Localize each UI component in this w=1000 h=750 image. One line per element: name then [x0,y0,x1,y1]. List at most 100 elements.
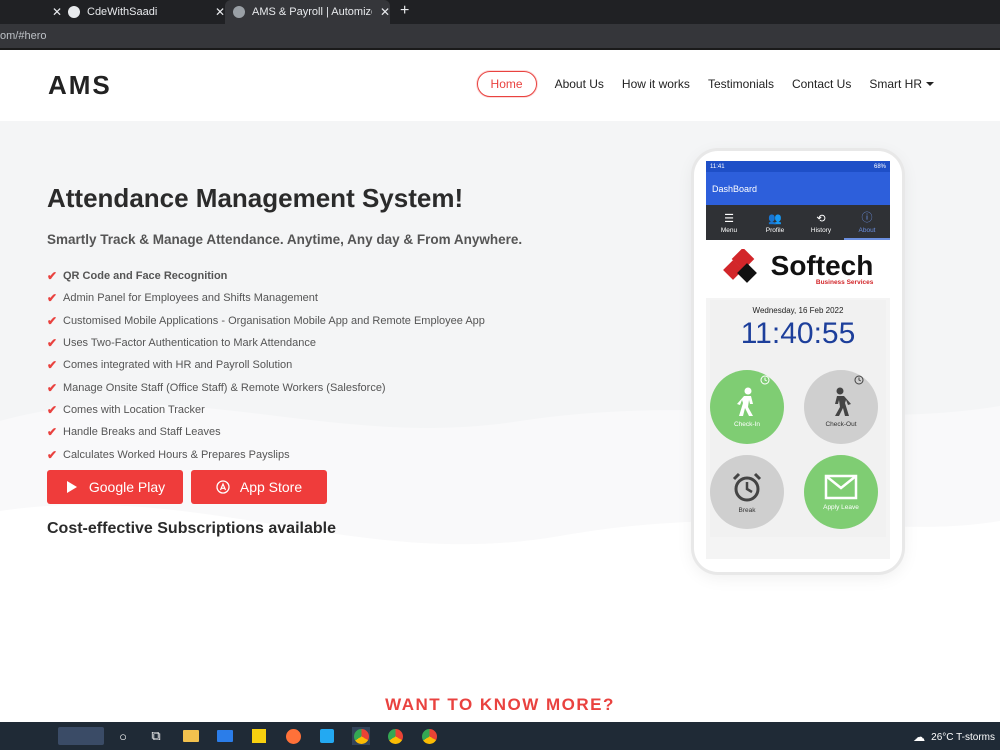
alarm-clock-icon [732,472,762,501]
status-time: 11:41 [710,163,725,170]
check-in-label: Check-In [733,420,760,428]
check-out-button[interactable]: Check-Out [804,370,878,444]
hero-subtitle: Smartly Track & Manage Attendance. Anyti… [47,232,523,247]
status-bar: 11:41 68% [706,161,890,172]
taskbar: ○ ⧉ ☁ 26°C T-storms [0,722,1000,750]
caret-down-icon [926,82,934,86]
check-icon: ✔ [47,358,58,373]
sticky-notes-icon[interactable] [250,727,268,745]
check-icon: ✔ [47,336,58,351]
taskbar-widget-icon[interactable] [58,727,104,745]
weather-text: 26°C T-storms [931,731,995,743]
brand-name: Softech [770,249,874,281]
mail-app-icon[interactable] [216,727,234,745]
ams-logo[interactable]: AMS [48,70,112,101]
list-item: ✔ Calculates Worked Hours & Prepares Pays… [47,443,485,465]
list-item: ✔ Comes with Location Tracker [47,399,485,421]
feature-text: QR Code and Face Recognition [63,270,228,283]
app-bar-title: DashBoard [712,183,758,194]
list-item: ✔ Comes integrated with HR and Payroll So… [47,354,485,376]
new-tab-button[interactable]: + [400,2,409,20]
nav-contact-us[interactable]: Contact Us [792,77,851,91]
feature-text: Admin Panel for Employees and Shifts Man… [63,292,318,305]
firefox-icon[interactable] [284,727,302,745]
browser-tab-bar: ✕ CdeWithSaadi ✕ AMS & Payroll | Automiz… [0,0,1000,24]
clock-icon [760,375,770,385]
tab-label: Profile [765,226,785,234]
nav-how-it-works[interactable]: How it works [622,77,690,91]
info-icon: ⓘ [861,212,873,224]
hero-section: Attendance Management System! Smartly Tr… [0,121,1000,721]
check-icon: ✔ [47,402,58,417]
site-header: AMS Home About Us How it works Testimoni… [0,50,1000,121]
tab-menu[interactable]: ☰ Menu [706,205,752,240]
apply-leave-button[interactable]: Apply Leave [804,455,878,529]
current-date: Wednesday, 16 Feb 2022 [752,306,844,315]
tab-about[interactable]: ⓘ About [844,205,890,240]
google-play-button[interactable]: Google Play [47,470,183,504]
file-explorer-icon[interactable] [182,727,200,745]
clock-card: Wednesday, 16 Feb 2022 11:40:55 Check-In… [710,300,886,537]
nav-home[interactable]: Home [476,71,537,97]
phone-mockup: 11:41 68% DashBoard ☰ Menu 👥 Profile ⟲ Hist… [694,151,902,572]
tab-title: AMS & Payroll | Automized atten [252,6,372,18]
hero-title: Attendance Management System! [47,183,464,213]
google-play-label: Google Play [88,479,166,495]
check-in-button[interactable]: Check-In [710,370,784,444]
vscode-icon[interactable] [318,727,336,745]
nav-testimonials[interactable]: Testimonials [708,77,774,91]
store-buttons: Google Play App Store [47,470,335,504]
break-label: Break [738,506,756,514]
storm-cloud-icon: ☁ [913,730,926,744]
address-bar[interactable]: om/#hero [0,24,1000,50]
check-out-label: Check-Out [825,420,857,428]
search-circle-icon[interactable]: ○ [114,727,132,745]
main-nav: Home About Us How it works Testimonials … [476,71,934,97]
nav-about-us[interactable]: About Us [555,77,604,91]
task-view-icon[interactable]: ⧉ [147,727,165,745]
break-button[interactable]: Break [710,455,784,529]
tab-label: About [858,227,876,234]
nav-smart-hr-label: Smart HR [869,77,922,91]
app-store-button[interactable]: App Store [191,470,327,504]
feature-text: Comes integrated with HR and Payroll Sol… [63,359,293,372]
tab-history[interactable]: ⟲ History [798,205,844,240]
github-icon [68,6,80,18]
feature-text: Handle Breaks and Staff Leaves [63,426,221,439]
softech-logo: Softech Business Services [706,240,890,298]
mail-icon [824,474,858,499]
chrome-icon[interactable] [352,727,370,745]
cost-heading: Cost-effective Subscriptions available [47,520,336,537]
check-icon: ✔ [47,447,58,462]
feature-text: Calculates Worked Hours & Prepares Paysl… [63,448,290,461]
feature-text: Manage Onsite Staff (Office Staff) & Rem… [63,381,386,394]
tab-label: History [810,226,832,234]
nav-smart-hr[interactable]: Smart HR [869,77,934,91]
check-icon: ✔ [47,380,58,395]
close-icon[interactable]: ✕ [215,5,225,19]
close-icon[interactable]: ✕ [380,5,390,19]
app-bar: DashBoard [706,172,890,205]
list-item: ✔ Customised Mobile Applications - Organi… [47,310,485,332]
clock-icon [854,375,864,385]
tab-profile[interactable]: 👥 Profile [752,205,798,240]
browser-tab-ams[interactable]: AMS & Payroll | Automized atten ✕ [225,0,390,24]
phone-screen: 11:41 68% DashBoard ☰ Menu 👥 Profile ⟲ Hist… [706,161,890,559]
check-icon: ✔ [47,425,58,440]
battery-text: 68% [873,163,886,170]
chrome-icon[interactable] [386,727,404,745]
url-text[interactable]: om/#hero [0,30,46,42]
want-to-know-more-heading: WANT TO KNOW MORE? [385,695,615,714]
feature-text: Uses Two-Factor Authentication to Mark A… [63,337,316,350]
check-icon: ✔ [47,313,58,328]
menu-icon: ☰ [724,212,734,225]
app-store-label: App Store [239,479,303,495]
apply-leave-label: Apply Leave [823,503,859,511]
list-item: ✔ Manage Onsite Staff (Office Staff) & Re… [47,376,485,398]
walking-person-icon [835,387,851,416]
site-icon [233,6,245,18]
history-icon: ⟲ [816,212,826,225]
browser-tab-cdewithsaadi[interactable]: CdeWithSaadi ✕ [60,0,225,24]
chrome-icon[interactable] [420,727,438,745]
weather-widget[interactable]: ☁ 26°C T-storms [913,730,995,744]
